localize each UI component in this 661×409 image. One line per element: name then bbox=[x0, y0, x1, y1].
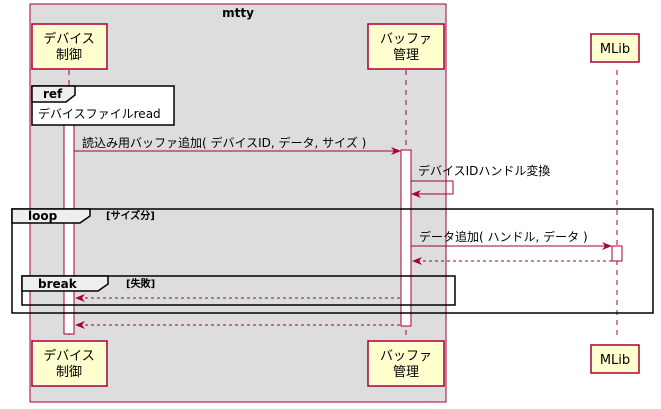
participant-buffer-line1: バッファ bbox=[380, 32, 432, 47]
loop-guard: [サイズ分] bbox=[106, 209, 155, 222]
participant-mlib-name: MLib bbox=[600, 353, 630, 368]
participant-device-top: デバイス 制御 bbox=[31, 23, 108, 70]
break-tag: break bbox=[38, 277, 78, 291]
participant-device-line2: 制御 bbox=[56, 48, 82, 63]
participant-buffer-line2: 管理 bbox=[393, 365, 419, 380]
ref-tag: ref bbox=[43, 87, 63, 101]
participant-device-line1: デバイス bbox=[43, 31, 95, 47]
participant-buffer-top: バッファ 管理 bbox=[367, 23, 445, 70]
participant-buffer-bottom: バッファ 管理 bbox=[367, 340, 445, 387]
activation-buffer bbox=[400, 149, 412, 327]
activation-mlib bbox=[611, 245, 623, 262]
participant-mlib-name: MLib bbox=[600, 42, 630, 57]
participant-mlib-top: MLib bbox=[590, 33, 640, 63]
participant-device-line2: 制御 bbox=[56, 365, 82, 380]
participant-mlib-bottom: MLib bbox=[590, 344, 640, 374]
activation-device bbox=[63, 119, 75, 335]
message-label-add-data: データ追加( ハンドル, データ ) bbox=[419, 229, 588, 244]
ref-text: デバイスファイルread bbox=[38, 106, 161, 121]
message-label-add-read-buffer: 読込み用バッファ追加( デバイスID, データ, サイズ ) bbox=[82, 135, 366, 150]
message-label-id-handle-convert: デバイスIDハンドル変換 bbox=[418, 163, 550, 178]
participant-device-bottom: デバイス 制御 bbox=[31, 340, 108, 387]
participant-buffer-line1: バッファ bbox=[380, 349, 432, 364]
loop-tag: loop bbox=[28, 209, 58, 223]
message-add-data: データ追加( ハンドル, データ ) bbox=[411, 229, 612, 250]
break-guard: [失敗] bbox=[126, 277, 155, 290]
participant-device-line1: デバイス bbox=[43, 348, 95, 364]
message-add-read-buffer: 読込み用バッファ追加( デバイスID, データ, サイズ ) bbox=[74, 135, 401, 155]
sequence-diagram: mtty デバイス 制御 バッファ 管理 MLib デバイス 制御 バッファ 管… bbox=[11, 3, 654, 403]
ref-frame: ref デバイスファイルread bbox=[31, 85, 175, 126]
participant-buffer-line2: 管理 bbox=[393, 48, 419, 63]
group-title: mtty bbox=[222, 6, 254, 20]
